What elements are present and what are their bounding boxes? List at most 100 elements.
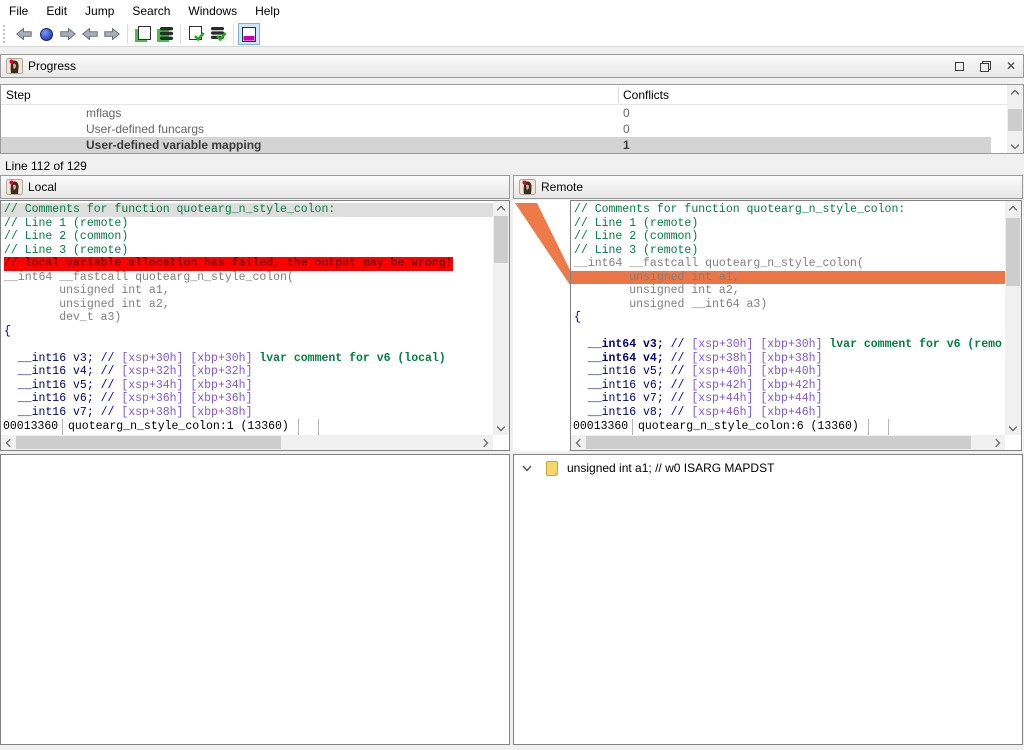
column-separator[interactable] <box>618 87 619 103</box>
merge-tree-item[interactable]: unsigned int a1; // w0 ISARG MAPDST <box>514 459 1022 477</box>
code-line[interactable]: // local variable allocation has failed,… <box>4 257 453 271</box>
scrollbar-thumb[interactable] <box>494 216 508 263</box>
apply-stack-check-icon[interactable] <box>207 23 229 45</box>
code-line[interactable]: { <box>574 311 1005 325</box>
scroll-left-button[interactable] <box>1 435 16 450</box>
progress-scrollbar[interactable] <box>1007 85 1023 153</box>
code-line[interactable]: __int64 v4; // [xsp+38h] [xbp+38h] <box>574 352 1005 366</box>
apply-doc-check-icon[interactable] <box>185 23 207 45</box>
merge-view-icon[interactable] <box>238 23 260 45</box>
nav-current-icon[interactable] <box>35 23 57 45</box>
nav-next-icon[interactable] <box>101 23 123 45</box>
conflicts-cell: 0 <box>623 106 630 120</box>
menu-edit[interactable]: Edit <box>37 1 76 21</box>
local-vscrollbar[interactable] <box>493 201 509 435</box>
remote-code[interactable]: // Comments for function quotearg_n_styl… <box>571 201 1005 419</box>
code-line[interactable] <box>4 338 493 352</box>
code-line[interactable]: __int16 v6; // [xsp+42h] [xbp+42h] <box>574 379 1005 393</box>
scroll-up-button[interactable] <box>493 201 509 215</box>
ida-icon <box>519 179 536 195</box>
nav-previous-icon[interactable] <box>79 23 101 45</box>
column-header-step[interactable]: Step <box>6 88 31 102</box>
scrollbar-thumb[interactable] <box>1008 109 1022 131</box>
code-line[interactable]: __int64 __fastcall quotearg_n_style_colo… <box>4 271 493 285</box>
progress-row[interactable]: User-defined funcargs 0 <box>1 121 991 137</box>
remote-vscrollbar[interactable] <box>1005 201 1021 435</box>
toolbar-grip[interactable] <box>3 25 7 43</box>
scrollbar-thumb[interactable] <box>1006 218 1020 286</box>
menu-bar: File Edit Jump Search Windows Help <box>0 0 1024 22</box>
nav-forward-icon[interactable] <box>57 23 79 45</box>
code-line[interactable]: dev_t a3) <box>4 311 493 325</box>
remote-titlebar[interactable]: Remote <box>513 175 1023 199</box>
code-segment: // <box>101 406 122 419</box>
code-line[interactable]: unsigned int a2, <box>574 284 1005 298</box>
code-line[interactable]: __int64 v3; // [xsp+30h] [xbp+30h] lvar … <box>574 338 1005 352</box>
code-segment: __int64 v4; <box>574 352 671 365</box>
code-line[interactable]: // Line 1 (remote) <box>4 217 493 231</box>
code-line[interactable]: // Line 2 (common) <box>574 230 1005 244</box>
remote-hscrollbar[interactable] <box>571 435 1005 450</box>
code-segment: { <box>4 325 11 338</box>
progress-titlebar[interactable]: Progress ✕ <box>0 54 1024 78</box>
local-code[interactable]: // Comments for function quotearg_n_styl… <box>1 201 493 419</box>
code-segment: __int64 __fastcall quotearg_n_style_colo… <box>574 257 864 270</box>
code-line[interactable]: __int16 v6; // [xsp+36h] [xbp+36h] <box>4 392 493 406</box>
status-location: quotearg_n_style_colon:6 (13360) <box>633 419 869 435</box>
code-line[interactable]: __int16 v5; // [xsp+34h] [xbp+34h] <box>4 379 493 393</box>
code-line[interactable]: // Line 1 (remote) <box>574 217 1005 231</box>
scrollbar-thumb[interactable] <box>586 436 971 449</box>
scroll-down-button[interactable] <box>1005 421 1021 435</box>
code-line[interactable]: __int16 v3; // [xsp+30h] [xbp+30h] lvar … <box>4 352 493 366</box>
menu-file[interactable]: File <box>0 1 37 21</box>
code-line[interactable]: unsigned int a2, <box>4 298 493 312</box>
menu-windows[interactable]: Windows <box>179 1 246 21</box>
local-titlebar[interactable]: Local <box>0 175 510 199</box>
float-button[interactable] <box>979 60 991 72</box>
code-line[interactable]: // Comments for function quotearg_n_styl… <box>1 203 493 217</box>
progress-row-selected[interactable]: User-defined variable mapping 1 <box>1 137 991 153</box>
code-line[interactable]: __int16 v4; // [xsp+32h] [xbp+32h] <box>4 365 493 379</box>
local-hscrollbar[interactable] <box>1 435 493 450</box>
nav-back-icon[interactable] <box>13 23 35 45</box>
progress-table: Step Conflicts mflags 0 User-defined fun… <box>0 84 1024 154</box>
code-segment: [xsp+32h] [xbp+32h] <box>121 365 252 378</box>
code-line[interactable]: __int16 v5; // [xsp+40h] [xbp+40h] <box>574 365 1005 379</box>
code-line[interactable]: __int16 v8; // [xsp+46h] [xbp+46h] <box>574 406 1005 420</box>
column-header-conflicts[interactable]: Conflicts <box>623 88 669 102</box>
code-line[interactable]: unsigned int a1, <box>571 271 1005 285</box>
menu-search[interactable]: Search <box>123 1 179 21</box>
scroll-up-button[interactable] <box>1007 85 1023 99</box>
copy-doc-stack-icon[interactable] <box>154 23 176 45</box>
code-line[interactable]: __int16 v7; // [xsp+44h] [xbp+44h] <box>574 392 1005 406</box>
scroll-left-button[interactable] <box>571 435 586 450</box>
progress-row[interactable]: mflags 0 <box>1 105 991 121</box>
close-button[interactable]: ✕ <box>1005 60 1017 72</box>
code-segment: // <box>671 392 692 405</box>
code-segment: dev_t a3) <box>4 311 121 324</box>
code-line[interactable]: unsigned int a1, <box>4 284 493 298</box>
menu-jump[interactable]: Jump <box>76 1 123 21</box>
code-line[interactable]: // Line 3 (remote) <box>574 244 1005 258</box>
code-segment: __int16 v7; <box>4 406 101 419</box>
menu-help[interactable]: Help <box>246 1 289 21</box>
code-segment: lvar comment for v6 (remo <box>829 338 1002 351</box>
scroll-down-button[interactable] <box>1007 139 1023 153</box>
code-line[interactable]: unsigned __int64 a3) <box>574 298 1005 312</box>
chevron-down-icon[interactable] <box>522 465 532 472</box>
code-line[interactable]: // Comments for function quotearg_n_styl… <box>574 203 1005 217</box>
code-line[interactable]: // Line 3 (remote) <box>4 244 493 258</box>
scroll-up-button[interactable] <box>1005 201 1021 215</box>
code-segment: // Line 1 (remote) <box>574 217 698 230</box>
code-line[interactable]: __int16 v7; // [xsp+38h] [xbp+38h] <box>4 406 493 420</box>
maximize-button[interactable] <box>953 60 965 72</box>
code-line[interactable] <box>574 325 1005 339</box>
code-line[interactable]: { <box>4 325 493 339</box>
copy-doc-icon[interactable] <box>132 23 154 45</box>
scrollbar-thumb[interactable] <box>16 436 281 449</box>
scroll-right-button[interactable] <box>478 435 493 450</box>
scroll-right-button[interactable] <box>990 435 1005 450</box>
scroll-down-button[interactable] <box>493 421 509 435</box>
code-line[interactable]: // Line 2 (common) <box>4 230 493 244</box>
code-line[interactable]: __int64 __fastcall quotearg_n_style_colo… <box>574 257 1005 271</box>
